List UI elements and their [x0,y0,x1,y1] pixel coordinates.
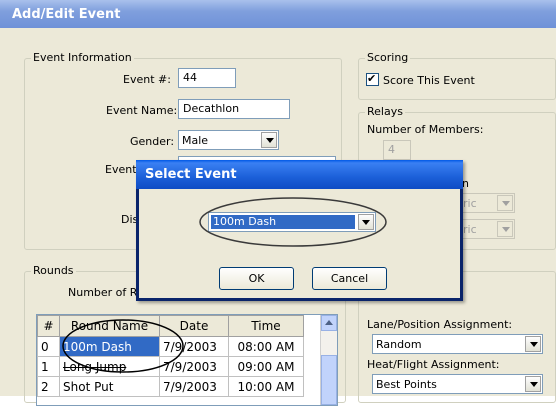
number-of-members-field[interactable]: 4 [383,140,411,160]
scroll-thumb[interactable] [321,355,337,405]
round-time-cell[interactable]: 10:00 AM [228,376,304,397]
round-time-cell[interactable]: 09:00 AM [228,356,304,377]
chevron-down-icon[interactable] [358,214,374,230]
event-information-label: Event Information [31,51,134,64]
event-name-label: Event Name: [106,104,178,117]
scroll-up-icon[interactable] [321,315,337,331]
table-row[interactable]: 1 Long Jump 7/9/2003 09:00 AM [37,356,304,377]
round-date-cell[interactable]: 7/9/2003 [159,336,229,357]
row-number: 1 [37,356,60,377]
table-row[interactable]: 0 100m Dash 7/9/2003 08:00 AM [37,336,304,357]
event-select[interactable]: 100m Dash [208,212,376,232]
ok-button[interactable]: OK [219,267,294,290]
number-of-members-label: Number of Members: [367,123,484,136]
gender-label: Gender: [130,135,175,148]
table-row[interactable]: 2 Shot Put 7/9/2003 10:00 AM [37,376,304,397]
window-titlebar[interactable]: Add/Edit Event [0,0,556,28]
lane-assignment-label: Lane/Position Assignment: [367,318,513,331]
rounds-label: Rounds [31,264,76,277]
relays-label: Relays [365,105,405,118]
gender-select[interactable]: Male [178,130,279,150]
score-this-event-checkbox[interactable] [366,72,379,86]
round-date-cell[interactable]: 7/9/2003 [159,376,229,397]
event-name-field[interactable]: Decathlon [178,99,290,119]
chevron-down-icon[interactable] [261,132,277,148]
round-date-cell[interactable]: 7/9/2003 [159,356,229,377]
column-header-time[interactable]: Time [228,315,304,337]
round-name-cell[interactable]: 100m Dash [59,336,160,357]
chevron-down-icon[interactable] [497,195,513,211]
lane-assignment-select[interactable]: Random [372,334,543,354]
heat-assignment-select[interactable]: Best Points [372,374,543,394]
row-number: 0 [37,336,60,357]
column-header-date[interactable]: Date [159,315,229,337]
round-name-cell[interactable]: Shot Put [59,376,160,397]
dialog-titlebar[interactable]: Select Event [136,160,463,189]
select-event-dialog: Select Event 100m Dash OK Cancel [136,160,463,301]
event-type-label: Event [105,163,137,176]
event-number-label: Event #: [123,73,171,86]
rounds-table[interactable]: # Round Name Date Time 0 100m Dash 7/9/2… [36,314,338,406]
dialog-title: Select Event [145,167,237,182]
column-header-round-name[interactable]: Round Name [59,315,160,337]
rounds-scrollbar[interactable] [320,315,337,405]
row-number: 2 [37,376,60,397]
round-time-cell[interactable]: 08:00 AM [228,336,304,357]
chevron-down-icon[interactable] [525,336,541,352]
chevron-down-icon[interactable] [525,376,541,392]
column-header-number[interactable]: # [37,315,60,337]
event-number-field[interactable]: 44 [178,68,236,88]
relays-partial-label: n [462,177,469,190]
window-title: Add/Edit Event [12,7,121,22]
score-this-event-label: Score This Event [383,74,475,87]
scoring-label: Scoring [365,51,411,64]
chevron-down-icon[interactable] [497,221,513,237]
heat-assignment-label: Heat/Flight Assignment: [367,358,500,371]
cancel-button[interactable]: Cancel [312,267,387,290]
round-name-cell[interactable]: Long Jump [59,356,160,377]
